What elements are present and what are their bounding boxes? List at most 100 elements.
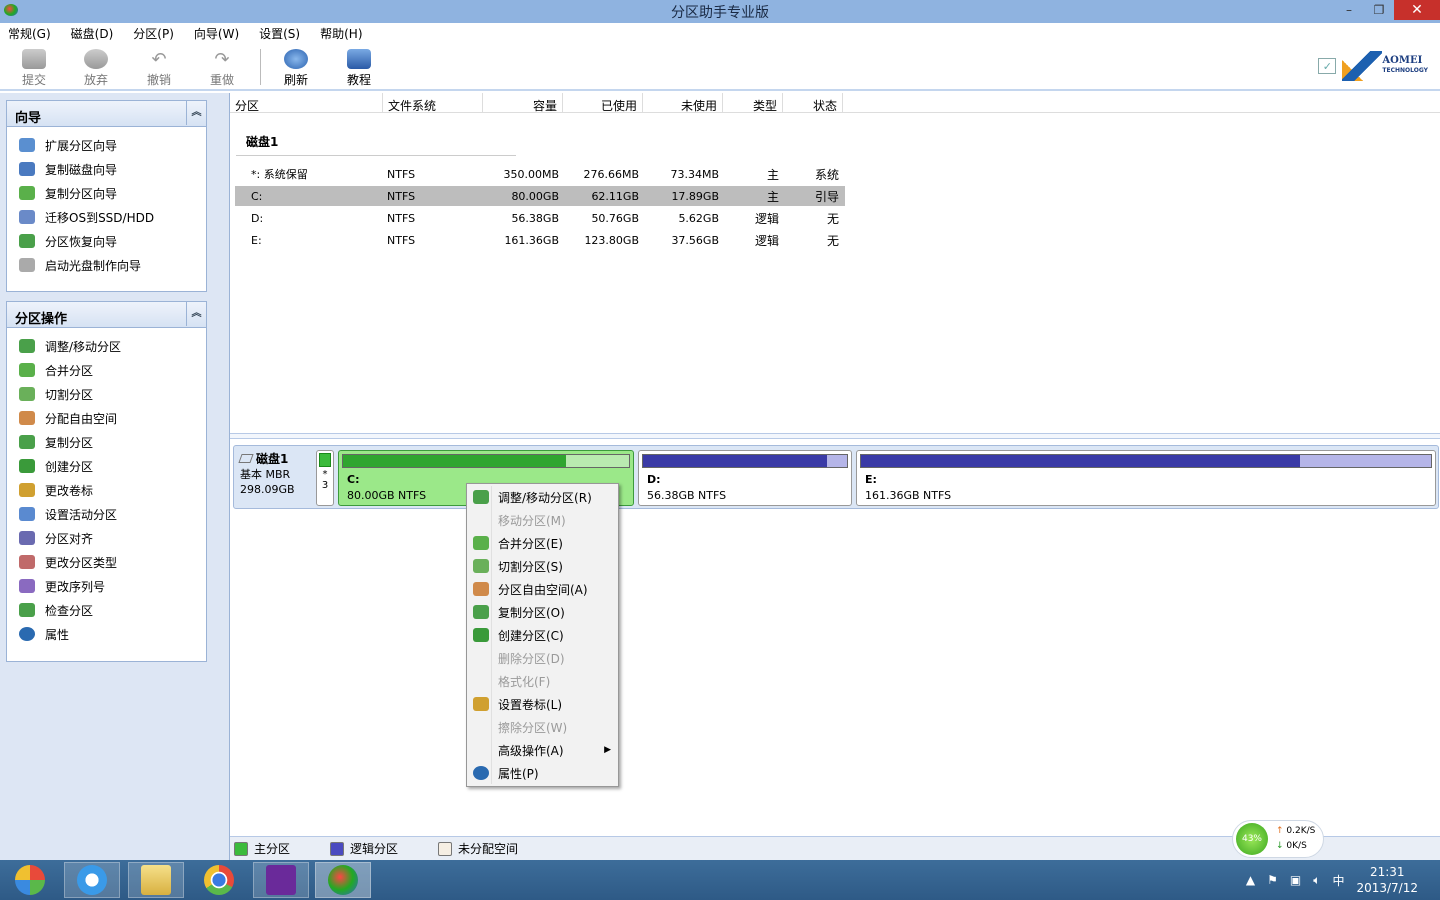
op-change-label[interactable]: 更改卷标 xyxy=(7,478,206,502)
brand-area: ✓ AOMEI TECHNOLOGY xyxy=(1318,51,1428,81)
wizard-extend-partition[interactable]: 扩展分区向导 xyxy=(7,133,206,157)
col-status[interactable]: 状态 xyxy=(783,93,843,113)
app-icon[interactable] xyxy=(4,4,18,16)
minimize-button[interactable]: – xyxy=(1334,0,1364,20)
show-hidden-icons-icon[interactable]: ▲ xyxy=(1246,873,1255,887)
table-row[interactable]: *: 系统保留 NTFS 350.00MB 276.66MB 73.34MB 主… xyxy=(235,164,845,184)
op-change-type[interactable]: 更改分区类型 xyxy=(7,550,206,574)
wizard-copy-partition[interactable]: 复制分区向导 xyxy=(7,181,206,205)
op-merge[interactable]: 合并分区 xyxy=(7,358,206,382)
wizard-partition-recovery[interactable]: 分区恢复向导 xyxy=(7,229,206,253)
menu-wizard[interactable]: 向导(W) xyxy=(194,25,239,42)
clock-time: 21:31 xyxy=(1369,865,1405,879)
taskbar-ie[interactable] xyxy=(64,862,120,898)
menu-disk[interactable]: 磁盘(D) xyxy=(71,25,114,42)
menu-settings[interactable]: 设置(S) xyxy=(259,25,300,42)
op-allocate-free-space[interactable]: 分配自由空间 xyxy=(7,406,206,430)
clock[interactable]: 21:31 2013/7/12 xyxy=(1356,864,1418,896)
op-properties[interactable]: 属性 xyxy=(7,622,206,646)
download-arrow-icon: ↓ xyxy=(1276,841,1284,851)
cell-partition: D: xyxy=(251,211,264,225)
volume-icon[interactable]: 🔈︎ xyxy=(1313,873,1320,888)
taskbar: ▲ ⚑ ▣ 🔈︎ 中 21:31 2013/7/12 xyxy=(0,860,1440,900)
partition-block-e[interactable]: E: 161.36GB NTFS xyxy=(856,450,1436,506)
col-free[interactable]: 未使用 xyxy=(643,93,723,113)
ctx-copy[interactable]: 复制分区(O) xyxy=(469,601,617,623)
cell-capacity: 161.36GB xyxy=(504,233,559,247)
op-create[interactable]: 创建分区 xyxy=(7,454,206,478)
redo-label: 重做 xyxy=(209,73,234,87)
ctx-label: 格式化(F) xyxy=(498,674,551,689)
book-icon xyxy=(347,49,371,69)
ctx-allocate-free-space[interactable]: 分区自由空间(A) xyxy=(469,578,617,600)
taskbar-partition-assistant[interactable] xyxy=(315,862,371,898)
ctx-label: 属性(P) xyxy=(498,766,539,781)
menu-partition[interactable]: 分区(P) xyxy=(133,25,174,42)
op-align[interactable]: 分区对齐 xyxy=(7,526,206,550)
network-icon[interactable]: ▣ xyxy=(1290,873,1301,887)
restore-button[interactable]: ❐ xyxy=(1364,0,1394,20)
col-filesystem[interactable]: 文件系统 xyxy=(383,93,483,113)
op-resize-move[interactable]: 调整/移动分区 xyxy=(7,334,206,358)
checkbox-icon[interactable]: ✓ xyxy=(1318,58,1337,74)
menu-general[interactable]: 常规(G) xyxy=(8,25,51,42)
pane-splitter[interactable] xyxy=(230,433,1440,439)
partition-block-system-reserved[interactable]: * 3 xyxy=(316,450,334,506)
main-area: 分区 文件系统 容量 已使用 未使用 类型 状态 磁盘1 *: 系统保留 NTF… xyxy=(229,93,1440,860)
ctx-create[interactable]: 创建分区(C) xyxy=(469,624,617,646)
submit-button[interactable]: 提交 xyxy=(8,49,60,88)
extend-icon xyxy=(19,138,35,152)
aomei-logo xyxy=(1342,51,1383,81)
menu-help[interactable]: 帮助(H) xyxy=(320,25,362,42)
start-button[interactable] xyxy=(2,862,58,898)
flag-icon[interactable]: ⚑ xyxy=(1267,873,1278,887)
partition-block-d[interactable]: D: 56.38GB NTFS xyxy=(638,450,852,506)
table-row[interactable]: D: NTFS 56.38GB 50.76GB 5.62GB 逻辑 无 xyxy=(235,208,845,228)
ctx-resize-move[interactable]: 调整/移动分区(R) xyxy=(469,486,617,508)
discard-button[interactable]: 放弃 xyxy=(70,49,122,88)
disk-kind: 基本 MBR xyxy=(240,468,291,481)
tutorial-button[interactable]: 教程 xyxy=(333,49,385,88)
redo-button[interactable]: ↷ 重做 xyxy=(196,49,248,88)
col-type[interactable]: 类型 xyxy=(723,93,783,113)
cell-type: 主 xyxy=(766,167,779,182)
ctx-set-label[interactable]: 设置卷标(L) xyxy=(469,693,617,715)
ctx-advanced[interactable]: 高级操作(A) ▶ xyxy=(469,739,617,761)
copy-icon xyxy=(19,435,35,449)
col-partition[interactable]: 分区 xyxy=(230,93,383,113)
partition-assistant-icon xyxy=(328,865,358,895)
table-row[interactable]: E: NTFS 161.36GB 123.80GB 37.56GB 逻辑 无 xyxy=(235,230,845,250)
col-used[interactable]: 已使用 xyxy=(563,93,643,113)
refresh-button[interactable]: 刷新 xyxy=(270,49,322,88)
op-change-serial[interactable]: 更改序列号 xyxy=(7,574,206,598)
taskbar-explorer[interactable] xyxy=(128,862,184,898)
partition-label: D: xyxy=(647,473,661,486)
wizard-migrate-os[interactable]: 迁移OS到SSD/HDD xyxy=(7,205,206,229)
taskbar-visual-studio[interactable] xyxy=(253,862,309,898)
undo-button[interactable]: ↶ 撤销 xyxy=(133,49,185,88)
col-capacity[interactable]: 容量 xyxy=(483,93,563,113)
collapse-icon[interactable]: ︽ xyxy=(186,302,206,326)
ctx-split[interactable]: 切割分区(S) xyxy=(469,555,617,577)
op-copy[interactable]: 复制分区 xyxy=(7,430,206,454)
ime-indicator[interactable]: 中 xyxy=(1332,872,1344,889)
taskbar-chrome[interactable] xyxy=(191,862,247,898)
network-speed-widget[interactable]: 43% ↑ 0.2K/S ↓ 0K/S xyxy=(1232,820,1324,858)
op-check[interactable]: 检查分区 xyxy=(7,598,206,622)
disk-info[interactable]: 磁盘1 基本 MBR 298.09GB xyxy=(238,452,312,497)
visual-studio-icon xyxy=(266,865,296,895)
allocate-icon xyxy=(473,582,489,596)
op-set-active[interactable]: 设置活动分区 xyxy=(7,502,206,526)
disk-map: 磁盘1 基本 MBR 298.09GB * 3 C: 80.00GB NTFS … xyxy=(233,445,1439,509)
wizard-copy-disk[interactable]: 复制磁盘向导 xyxy=(7,157,206,181)
op-split[interactable]: 切割分区 xyxy=(7,382,206,406)
close-button[interactable]: ✕ xyxy=(1394,0,1440,20)
collapse-icon[interactable]: ︽ xyxy=(186,101,206,125)
ctx-properties[interactable]: 属性(P) xyxy=(469,762,617,784)
item-label: 设置活动分区 xyxy=(45,507,118,522)
wizard-bootable-media[interactable]: 启动光盘制作向导 xyxy=(7,253,206,277)
copy-disk-icon xyxy=(19,162,35,176)
table-row[interactable]: C: NTFS 80.00GB 62.11GB 17.89GB 主 引导 xyxy=(235,186,845,206)
ctx-label: 设置卷标(L) xyxy=(498,697,563,712)
ctx-merge[interactable]: 合并分区(E) xyxy=(469,532,617,554)
